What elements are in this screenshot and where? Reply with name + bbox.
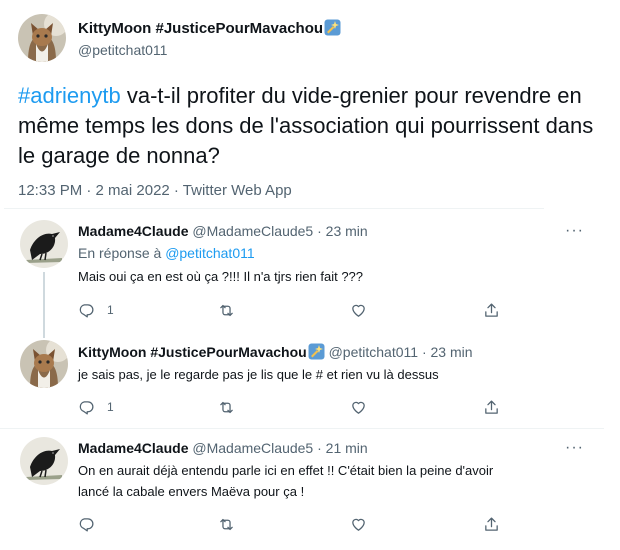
reply-text: Mais oui ça en est où ça ?!!! Il n'a tjr…	[78, 269, 364, 284]
divider	[4, 208, 544, 209]
like-icon	[350, 516, 367, 533]
main-tweet-meta[interactable]: 12:33 PM · 2 mai 2022 · Twitter Web App	[18, 182, 292, 199]
reply-text: je sais pas, je le regarde pas je lis qu…	[78, 367, 439, 382]
reply-header: KittyMoon #JusticePourMavachou @petitcha…	[78, 343, 473, 360]
reply-context: En réponse à @petitchat011	[78, 245, 255, 261]
reply-text: On en aurait déjà entendu parle ici en e…	[78, 460, 598, 502]
reply-handle[interactable]: @petitchat011	[329, 344, 418, 360]
reply-time[interactable]: · 23 min	[422, 344, 473, 360]
reply-handle[interactable]: @MadameClaude5	[192, 440, 313, 456]
reply-actions: 1	[78, 397, 508, 417]
reply-avatar[interactable]	[20, 437, 68, 485]
reply-display-name[interactable]: KittyMoon #JusticePourMavachou	[78, 344, 307, 360]
reply-icon	[78, 516, 95, 533]
reply-icon	[78, 302, 95, 319]
like-icon	[350, 399, 367, 416]
retweet-icon	[218, 302, 235, 319]
hashtag-link[interactable]: #adrienytb	[18, 83, 121, 108]
reply-header: Madame4Claude @MadameClaude5 · 21 min	[78, 440, 368, 456]
main-tweet-handle[interactable]: @petitchat011	[78, 42, 167, 58]
main-tweet-text: #adrienytb va-t-il profiter du vide-gren…	[18, 81, 608, 171]
reply-button[interactable]	[78, 514, 107, 534]
reply-display-name[interactable]: Madame4Claude	[78, 223, 188, 239]
reply-count: 1	[107, 303, 114, 317]
like-button[interactable]	[350, 300, 367, 320]
retweet-icon	[218, 516, 235, 533]
thread-line	[43, 272, 45, 334]
reply-time[interactable]: · 21 min	[317, 440, 368, 456]
retweet-button[interactable]	[218, 397, 235, 417]
share-button[interactable]	[483, 514, 500, 534]
main-tweet-avatar[interactable]	[18, 14, 66, 62]
badge-icon	[308, 343, 325, 360]
reply-button[interactable]: 1	[78, 300, 114, 320]
retweet-button[interactable]	[218, 514, 235, 534]
like-icon	[350, 302, 367, 319]
reply-to-link[interactable]: @petitchat011	[165, 245, 254, 261]
share-icon	[483, 302, 500, 319]
avatar-crow-image	[20, 220, 68, 268]
divider	[0, 428, 604, 429]
retweet-icon	[218, 399, 235, 416]
more-icon[interactable]: ···	[565, 439, 584, 457]
main-tweet-display-name[interactable]: KittyMoon #JusticePourMavachou	[78, 20, 323, 37]
reply-actions: 1	[78, 300, 508, 320]
reply-display-name[interactable]: Madame4Claude	[78, 440, 188, 456]
avatar-cat-image	[18, 14, 66, 62]
reply-handle[interactable]: @MadameClaude5	[192, 223, 313, 239]
share-button[interactable]	[483, 397, 500, 417]
reply-icon	[78, 399, 95, 416]
avatar-crow-image	[20, 437, 68, 485]
more-icon[interactable]: ···	[565, 222, 584, 240]
reply-avatar[interactable]	[20, 340, 68, 388]
like-button[interactable]	[350, 397, 367, 417]
retweet-button[interactable]	[218, 300, 235, 320]
reply-time[interactable]: · 23 min	[317, 223, 368, 239]
thread-line	[43, 334, 45, 338]
share-button[interactable]	[483, 300, 500, 320]
reply-prefix: En réponse à	[78, 245, 162, 261]
reply-actions	[78, 514, 508, 534]
like-button[interactable]	[350, 514, 367, 534]
reply-count: 1	[107, 400, 114, 414]
reply-avatar[interactable]	[20, 220, 68, 268]
reply-text-line: On en aurait déjà entendu parle ici en e…	[78, 463, 494, 478]
share-icon	[483, 399, 500, 416]
share-icon	[483, 516, 500, 533]
badge-icon	[324, 19, 341, 36]
reply-button[interactable]: 1	[78, 397, 114, 417]
reply-header: Madame4Claude @MadameClaude5 · 23 min	[78, 223, 368, 239]
reply-text-line: lancé la cabale envers Maëva pour ça !	[78, 484, 305, 499]
avatar-cat-image	[20, 340, 68, 388]
